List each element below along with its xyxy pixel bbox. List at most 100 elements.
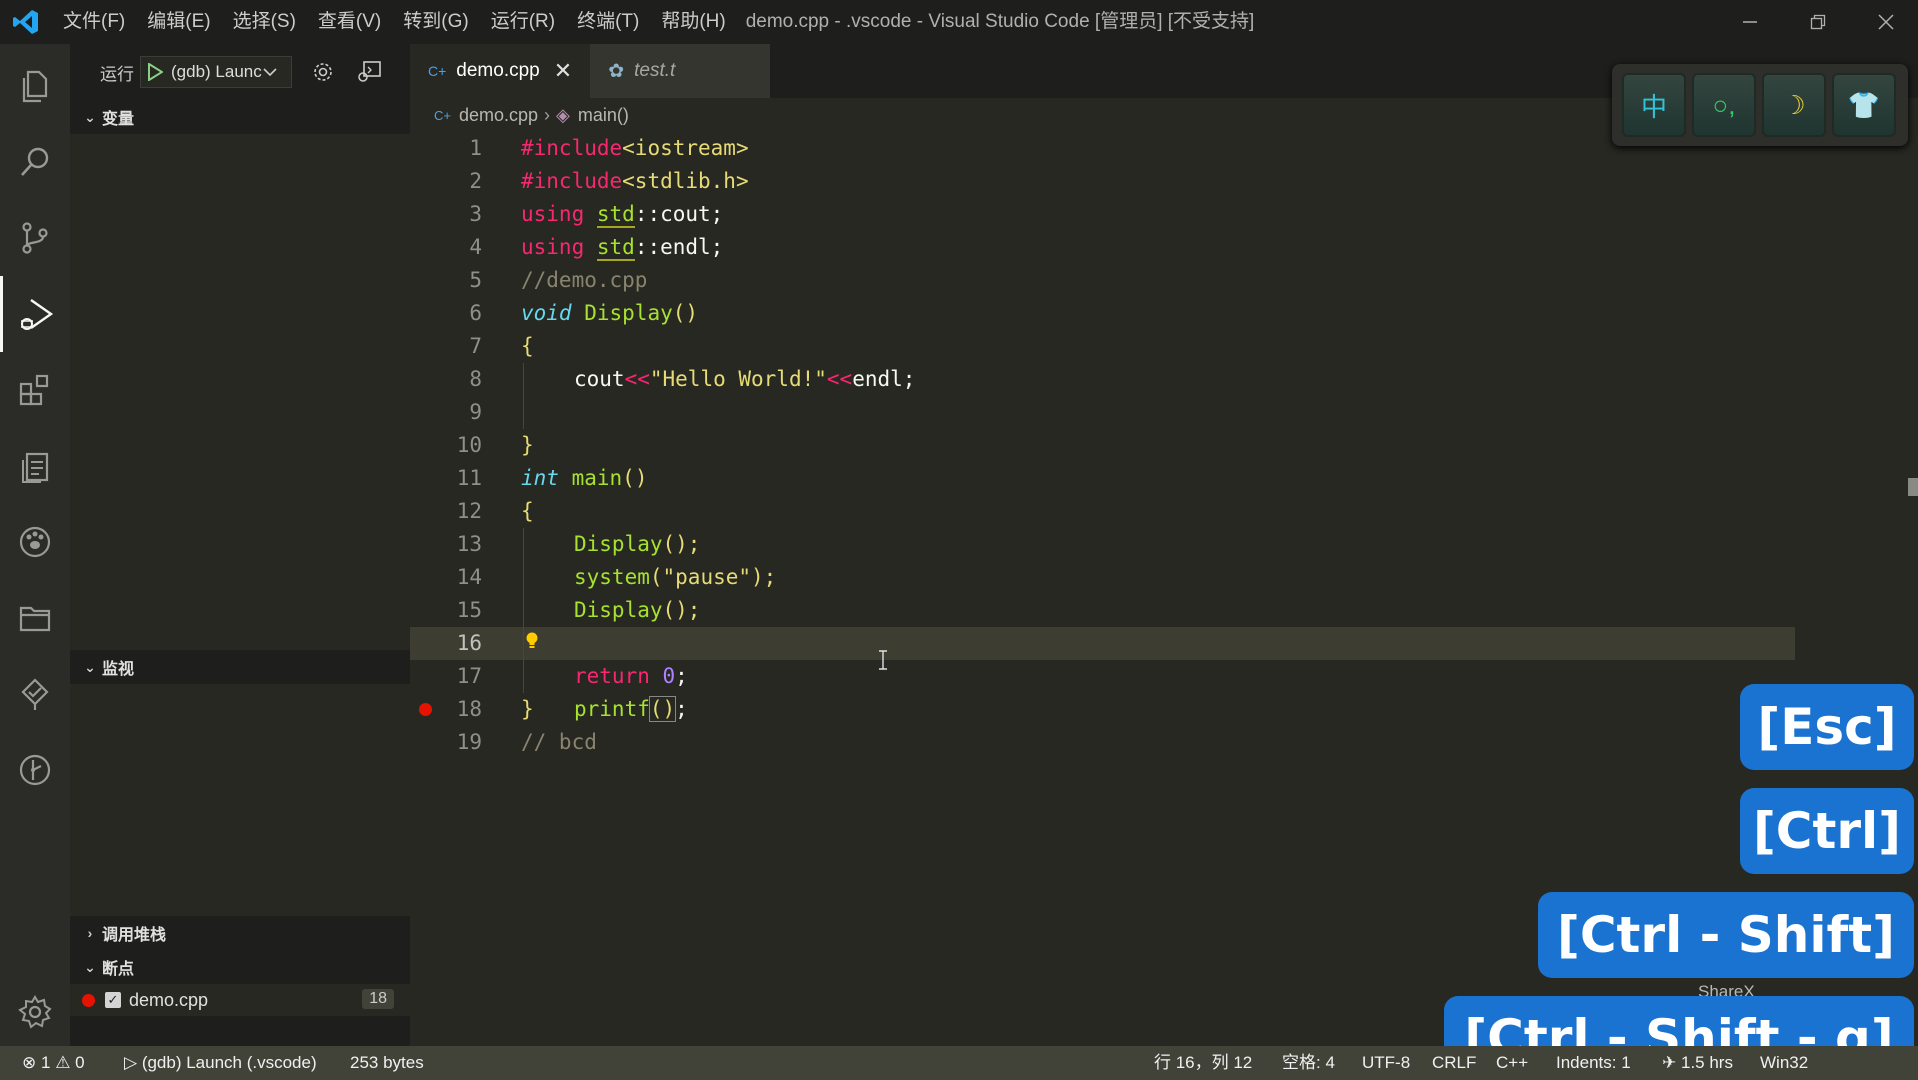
breakpoints-section-header[interactable]: ⌄ 断点 bbox=[70, 950, 410, 984]
line-number: 19 bbox=[456, 730, 482, 754]
variables-title: 变量 bbox=[102, 111, 135, 128]
breakpoint-item[interactable]: ✓ demo.cpp 18 bbox=[70, 984, 410, 1016]
code-line[interactable]: 17 return 0; bbox=[410, 660, 1918, 693]
chevron-down-icon: ⌄ bbox=[84, 958, 96, 975]
menu-edit[interactable]: 编辑(E) bbox=[136, 0, 221, 44]
debug-toolbar: 运行 (gdb) Launc bbox=[70, 44, 410, 100]
tree-view-icon[interactable] bbox=[0, 656, 70, 732]
code-line[interactable]: 13 Display(); bbox=[410, 528, 1918, 561]
menu-bar: 文件(F) 编辑(E) 选择(S) 查看(V) 转到(G) 运行(R) 终端(T… bbox=[52, 0, 737, 44]
code-line[interactable]: 15 Display(); bbox=[410, 594, 1918, 627]
method-cube-icon: ◈ bbox=[556, 104, 570, 125]
title-bar: 文件(F) 编辑(E) 选择(S) 查看(V) 转到(G) 运行(R) 终端(T… bbox=[0, 0, 1918, 44]
code-line[interactable]: 8 cout<<"Hello World!"<<endl; bbox=[410, 363, 1918, 396]
start-debugging-icon[interactable] bbox=[147, 63, 163, 81]
indents-status[interactable]: Indents: 1 bbox=[1556, 1046, 1631, 1080]
git-graph-icon[interactable] bbox=[0, 732, 70, 808]
code-line[interactable]: 18} bbox=[410, 693, 1918, 726]
breadcrumb-file[interactable]: demo.cpp bbox=[459, 105, 538, 126]
line-number: 17 bbox=[456, 664, 482, 688]
close-tab-icon[interactable]: ✕ bbox=[554, 58, 572, 84]
callstack-title: 调用堆栈 bbox=[102, 927, 167, 944]
warning-count: 0 bbox=[75, 1053, 85, 1072]
variables-section-header[interactable]: ⌄ 变量 bbox=[70, 100, 410, 134]
ime-chinese-mode-button[interactable]: 中 bbox=[1622, 73, 1686, 137]
watch-section-header[interactable]: ⌄ 监视 bbox=[70, 650, 410, 684]
scrollbar-thumb[interactable] bbox=[1908, 478, 1918, 496]
minimize-button[interactable] bbox=[1716, 0, 1784, 44]
code-line[interactable]: 14 system("pause"); bbox=[410, 561, 1918, 594]
ime-punctuation-button[interactable]: ○, bbox=[1692, 73, 1756, 137]
line-number: 8 bbox=[469, 367, 482, 391]
menu-go[interactable]: 转到(G) bbox=[392, 0, 479, 44]
breakpoint-enabled-checkbox[interactable]: ✓ bbox=[105, 992, 121, 1008]
code-line[interactable]: 3 using std::cout; bbox=[410, 198, 1918, 231]
code-line[interactable]: 7{ bbox=[410, 330, 1918, 363]
ime-halfwidth-moon-button[interactable]: ☽ bbox=[1762, 73, 1826, 137]
tab-demo-cpp[interactable]: C+ demo.cpp ✕ bbox=[410, 44, 591, 98]
explorer-icon[interactable] bbox=[0, 48, 70, 124]
menu-view[interactable]: 查看(V) bbox=[307, 0, 392, 44]
ime-skin-button[interactable]: 👕 bbox=[1832, 73, 1896, 137]
time-tracker[interactable]: ✈ 1.5 hrs bbox=[1662, 1046, 1733, 1080]
menu-file[interactable]: 文件(F) bbox=[52, 0, 136, 44]
menu-run[interactable]: 运行(R) bbox=[480, 0, 566, 44]
menu-selection[interactable]: 选择(S) bbox=[222, 0, 307, 44]
extensions-icon[interactable] bbox=[0, 352, 70, 428]
launch-config-select[interactable]: (gdb) Launc bbox=[140, 56, 292, 88]
line-number: 18 bbox=[456, 697, 482, 721]
paw-extension-icon[interactable] bbox=[0, 504, 70, 580]
lightbulb-icon[interactable] bbox=[526, 631, 538, 651]
tab-test-t[interactable]: ✿ test.t bbox=[590, 44, 771, 98]
breadcrumb-symbol[interactable]: main() bbox=[578, 105, 629, 126]
end-of-line[interactable]: CRLF bbox=[1432, 1046, 1476, 1080]
debug-launch-status[interactable]: ▷ (gdb) Launch (.vscode) bbox=[124, 1046, 317, 1080]
tab-label: demo.cpp bbox=[456, 60, 540, 81]
restore-button[interactable] bbox=[1784, 0, 1852, 44]
settings-gear-icon[interactable] bbox=[0, 974, 70, 1050]
cursor-position[interactable]: 行 16，列 12 bbox=[1154, 1046, 1252, 1080]
indentation[interactable]: 空格: 4 bbox=[1282, 1046, 1335, 1080]
code-line[interactable]: 10} bbox=[410, 429, 1918, 462]
encoding[interactable]: UTF-8 bbox=[1362, 1046, 1410, 1080]
breakpoints-title: 断点 bbox=[102, 961, 135, 978]
error-icon: ⊗ bbox=[22, 1053, 37, 1072]
code-line[interactable]: 6 void Display() bbox=[410, 297, 1918, 330]
close-window-button[interactable] bbox=[1852, 0, 1918, 44]
current-code-line[interactable]: 16 printf(); bbox=[410, 627, 1795, 722]
menu-terminal[interactable]: 终端(T) bbox=[566, 0, 650, 44]
status-bar: ⊗ 1 ⚠ 0 ▷ (gdb) Launch (.vscode) 253 byt… bbox=[0, 1046, 1918, 1080]
language-mode[interactable]: C++ bbox=[1496, 1046, 1528, 1080]
code-line[interactable]: 9 bbox=[410, 396, 1918, 429]
keycast-esc: [Esc] bbox=[1740, 684, 1914, 770]
run-label: 运行 bbox=[100, 64, 134, 84]
run-debug-icon[interactable] bbox=[0, 276, 70, 352]
code-line[interactable]: 12{ bbox=[410, 495, 1918, 528]
source-control-icon[interactable] bbox=[0, 200, 70, 276]
code-line[interactable]: 11 int main() bbox=[410, 462, 1918, 495]
remote-explorer-icon[interactable] bbox=[0, 428, 70, 504]
code-editor[interactable]: 1 #include<iostream> 2 #include<stdlib.h> … bbox=[410, 132, 1918, 759]
code-line[interactable]: 19// bcd bbox=[410, 726, 1918, 759]
watch-panel bbox=[70, 684, 410, 916]
code-line[interactable]: 4 using std::endl; bbox=[410, 231, 1918, 264]
launch-settings-gear-icon[interactable] bbox=[308, 57, 338, 87]
warning-icon: ⚠ bbox=[55, 1053, 71, 1072]
chevron-down-icon bbox=[263, 68, 277, 77]
line-number: 14 bbox=[456, 565, 482, 589]
launch-config-value: (gdb) Launc bbox=[171, 62, 262, 81]
breakpoint-line-badge: 18 bbox=[362, 989, 394, 1009]
debug-console-icon[interactable] bbox=[354, 57, 384, 87]
platform[interactable]: Win32 bbox=[1760, 1046, 1808, 1080]
line-number: 9 bbox=[469, 400, 482, 424]
folder-icon[interactable] bbox=[0, 580, 70, 656]
code-line[interactable]: 2 #include<stdlib.h> bbox=[410, 165, 1918, 198]
callstack-section-header[interactable]: › 调用堆栈 bbox=[70, 916, 410, 950]
time-spent: 1.5 hrs bbox=[1680, 1053, 1733, 1072]
code-line[interactable]: 5//demo.cpp bbox=[410, 264, 1918, 297]
line-number: 13 bbox=[456, 532, 482, 556]
line-number: 16 bbox=[456, 631, 482, 655]
search-icon[interactable] bbox=[0, 124, 70, 200]
problems-indicator[interactable]: ⊗ 1 ⚠ 0 bbox=[22, 1046, 85, 1080]
variables-panel bbox=[70, 134, 410, 650]
